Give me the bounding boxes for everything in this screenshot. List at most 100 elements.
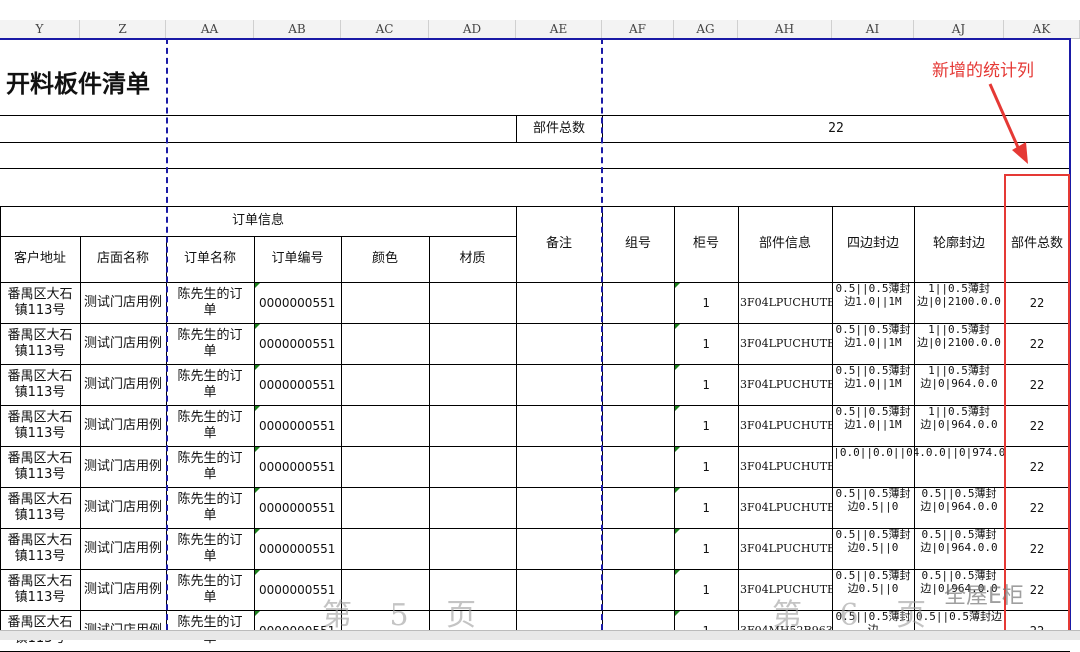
cell-num[interactable]: 0000000551 [254,487,341,528]
cell-store[interactable]: 测试门店用例 [80,569,166,610]
cell-num[interactable]: 0000000551 [254,528,341,569]
column-header-ah[interactable]: AH [738,20,832,38]
cell-edge4[interactable]: 0.5||0.5薄封边0.5||0 [832,528,914,569]
column-header-ae[interactable]: AE [516,20,602,38]
column-header-ag[interactable]: AG [674,20,738,38]
cell-part[interactable]: 3F04LPUCHUTE [738,446,832,487]
cell-contour[interactable]: 0||0|1994.0.0||0|974.0.0||0|18 [914,446,1004,487]
column-header-ai[interactable]: AI [832,20,914,38]
column-header-y[interactable]: Y [0,20,80,38]
cell-store[interactable]: 测试门店用例 [80,323,166,364]
column-header-ad[interactable]: AD [429,20,516,38]
cell-order[interactable]: 陈先生的订单 [166,528,254,569]
cell-num[interactable]: 0000000551 [254,282,341,323]
grid-line [0,282,1070,283]
grid-line [0,236,516,237]
cell-contour[interactable]: 0.5||0.5薄封边|0|964.0.0 [914,528,1004,569]
cell-order[interactable]: 陈先生的订单 [166,364,254,405]
cell-edge4[interactable]: 0.5||0.5薄封边1.0||1M [832,323,914,364]
grid-line [80,236,81,640]
column-header-bar: Y Z AA AB AC AD AE AF AG AH AI AJ AK [0,20,1080,39]
cell-store[interactable]: 测试门店用例 [80,364,166,405]
cell-cab[interactable]: 1 [674,569,738,610]
sheet-tab-bar[interactable] [0,630,1080,640]
cell-part[interactable]: 3F04LPUCHUTE [738,282,832,323]
cell-addr[interactable]: 番禺区大石镇113号 [0,364,80,405]
cell-cab[interactable]: 1 [674,528,738,569]
cell-contour[interactable]: 1||0.5薄封边|0|964.0.0 [914,405,1004,446]
column-title-7: 组号 [624,236,651,251]
cell-addr[interactable]: 番禺区大石镇113号 [0,569,80,610]
cell-addr[interactable]: 番禺区大石镇113号 [0,282,80,323]
grid-line [0,168,1070,169]
column-header-ac[interactable]: AC [341,20,429,38]
cell-store[interactable]: 测试门店用例 [80,446,166,487]
cell-indicator [255,488,260,493]
cell-num[interactable]: 0000000551 [254,405,341,446]
column-header-af[interactable]: AF [602,20,674,38]
cell-cab[interactable]: 1 [674,323,738,364]
cell-store[interactable]: 测试门店用例 [80,405,166,446]
cell-contour[interactable]: 1||0.5薄封边|0|2100.0.0 [914,323,1004,364]
cell-addr[interactable]: 番禺区大石镇113号 [0,405,80,446]
column-header-z[interactable]: Z [80,20,166,38]
column-header-aj[interactable]: AJ [914,20,1004,38]
cell-contour[interactable]: 1||0.5薄封边|0|964.0.0 [914,364,1004,405]
cell-addr[interactable]: 番禺区大石镇113号 [0,323,80,364]
cell-part[interactable]: 3F04LPUCHUTE [738,528,832,569]
cell-indicator [255,324,260,329]
cell-addr[interactable]: 番禺区大石镇113号 [0,446,80,487]
cell-num[interactable]: 0000000551 [254,364,341,405]
cell-contour[interactable]: 1||0.5薄封边|0|2100.0.0 [914,282,1004,323]
cell-store[interactable]: 测试门店用例 [80,487,166,528]
cell-indicator [255,365,260,370]
cell-cab[interactable]: 1 [674,487,738,528]
cell-part[interactable]: 3F04LPUCHUTE [738,323,832,364]
cell-order[interactable]: 陈先生的订单 [166,487,254,528]
cell-order[interactable]: 陈先生的订单 [166,569,254,610]
cell-part[interactable]: 3F04LPUCHUTE [738,405,832,446]
column-header-ab[interactable]: AB [254,20,341,38]
cell-indicator [675,324,680,329]
cell-edge4[interactable]: 0.5||0.5薄封边1.0||1M [832,364,914,405]
cell-contour[interactable]: 0.5||0.5薄封边|0|964.0.0 [914,487,1004,528]
grid-line [832,206,833,640]
grid-line [516,115,517,142]
column-header-ak[interactable]: AK [1004,20,1080,38]
column-title-11: 轮廓封边 [932,236,985,251]
grid-line [914,206,915,640]
cell-cab[interactable]: 1 [674,405,738,446]
cell-edge4[interactable]: 0.5||0.5薄封边0.5||0 [832,487,914,528]
cell-edge4[interactable]: 0.0||0.0||0.0||0.0|| [832,446,914,487]
cell-indicator [255,570,260,575]
cell-edge4[interactable]: 0.5||0.5薄封边1.0||1M [832,282,914,323]
cell-order[interactable]: 陈先生的订单 [166,405,254,446]
total-parts-label: 部件总数 [532,121,585,136]
cell-store[interactable]: 测试门店用例 [80,528,166,569]
cell-order[interactable]: 陈先生的订单 [166,446,254,487]
cell-cab[interactable]: 1 [674,446,738,487]
cell-order[interactable]: 陈先生的订单 [166,282,254,323]
cell-num[interactable]: 0000000551 [254,323,341,364]
cell-indicator [255,406,260,411]
cell-num[interactable]: 0000000551 [254,446,341,487]
cell-part[interactable]: 3F04LPUCHUTE [738,487,832,528]
page-number-watermark: 第 5 页 [322,598,491,633]
cell-order[interactable]: 陈先生的订单 [166,323,254,364]
column-header-aa[interactable]: AA [166,20,254,38]
cell-indicator [675,570,680,575]
cell-part[interactable]: 3F04LPUCHUTE [738,364,832,405]
cell-cab[interactable]: 1 [674,282,738,323]
spreadsheet-grid[interactable]: 开料板件清单 部件总数 22 订单信息 客户地址 店面名称 订单名称 订单编号 颜色 材质… [0,38,1080,652]
cell-store[interactable]: 测试门店用例 [80,282,166,323]
column-title-1: 店面名称 [96,251,149,266]
grid-line [0,364,1070,365]
cell-addr[interactable]: 番禺区大石镇113号 [0,528,80,569]
cell-indicator [255,529,260,534]
page-break-line [166,38,168,640]
grid-line [429,236,430,640]
cell-addr[interactable]: 番禺区大石镇113号 [0,487,80,528]
cell-edge4[interactable]: 0.5||0.5薄封边1.0||1M [832,405,914,446]
grid-line [341,236,342,640]
cell-cab[interactable]: 1 [674,364,738,405]
